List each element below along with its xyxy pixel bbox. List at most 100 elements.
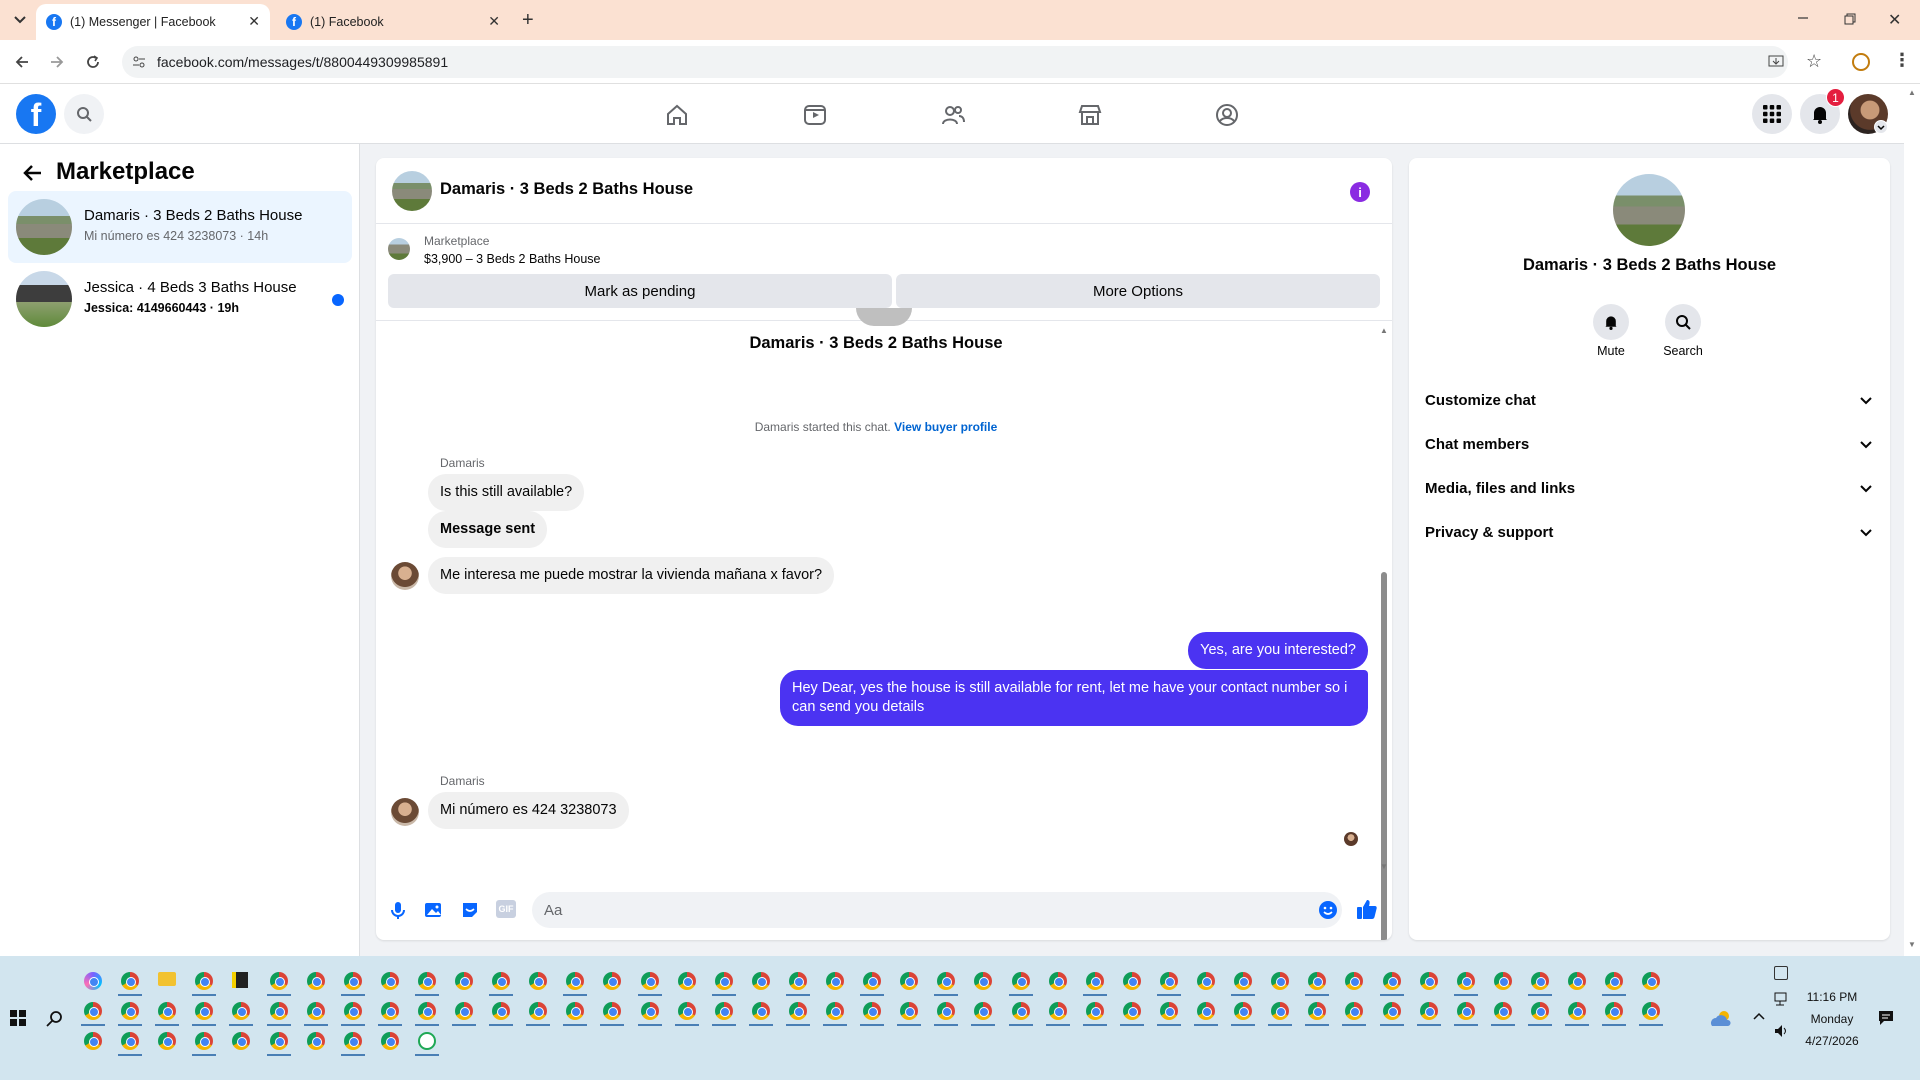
chrome-icon[interactable] [678,972,696,990]
whatsapp-icon[interactable] [418,1032,436,1050]
chrome-icon[interactable] [455,1002,473,1020]
chrome-icon[interactable] [195,972,213,990]
chrome-icon[interactable] [1234,972,1252,990]
chrome-icon[interactable] [1568,1002,1586,1020]
close-window-button[interactable]: ✕ [1888,10,1901,30]
search-button[interactable] [64,94,104,134]
chrome-icon[interactable] [1271,972,1289,990]
chrome-icon[interactable] [418,972,436,990]
chrome-icon[interactable] [1160,1002,1178,1020]
chrome-icon[interactable] [270,1032,288,1050]
chrome-icon[interactable] [826,972,844,990]
chrome-icon[interactable] [492,1002,510,1020]
message-bubble-outgoing[interactable]: Hey Dear, yes the house is still availab… [780,670,1368,726]
section-privacy-support[interactable]: Privacy & support [1425,512,1874,552]
task-view-icon[interactable] [1774,966,1788,980]
chrome-icon[interactable] [1012,972,1030,990]
chrome-icon[interactable] [455,972,473,990]
message-input[interactable]: Aa [532,892,1342,928]
page-scrollbar[interactable]: ▲ ▼ [1904,84,1920,956]
chrome-icon[interactable] [270,972,288,990]
chrome-icon[interactable] [566,972,584,990]
chrome-icon[interactable] [715,1002,733,1020]
page-scroll-down[interactable]: ▼ [1908,940,1916,949]
chrome-icon[interactable] [937,1002,955,1020]
address-bar[interactable]: facebook.com/messages/t/8800449309985891… [122,46,1822,78]
details-avatar[interactable] [1613,174,1685,246]
facebook-logo-icon[interactable]: f [16,94,56,134]
chrome-icon[interactable] [1086,1002,1104,1020]
bookmark-star-icon[interactable]: ☆ [1806,51,1822,72]
chrome-icon[interactable] [381,972,399,990]
nav-gaming[interactable] [1214,102,1240,128]
chrome-icon[interactable] [863,1002,881,1020]
chrome-icon[interactable] [1605,972,1623,990]
sticky-notes-icon[interactable] [232,972,248,988]
chrome-icon[interactable] [195,1002,213,1020]
sender-avatar[interactable] [391,562,419,590]
sender-avatar[interactable] [391,798,419,826]
chrome-icon[interactable] [121,972,139,990]
chrome-icon[interactable] [1012,1002,1030,1020]
chrome-icon[interactable] [1271,1002,1289,1020]
chrome-icon[interactable] [752,1002,770,1020]
chrome-icon[interactable] [158,1002,176,1020]
profile-icon[interactable] [1852,53,1870,71]
chrome-icon[interactable] [1642,972,1660,990]
chrome-icon[interactable] [307,1032,325,1050]
chrome-icon[interactable] [1197,972,1215,990]
section-customize-chat[interactable]: Customize chat [1425,380,1874,420]
chrome-icon[interactable] [974,972,992,990]
view-buyer-profile-link[interactable]: View buyer profile [894,420,997,434]
chrome-icon[interactable] [900,972,918,990]
notification-center-icon[interactable] [1878,1010,1894,1026]
chrome-icon[interactable] [1457,972,1475,990]
chrome-icon[interactable] [1086,972,1104,990]
chrome-icon[interactable] [826,1002,844,1020]
chrome-icon[interactable] [1123,1002,1141,1020]
scrollbar[interactable]: ▲ ▼ [1378,326,1390,940]
nav-friends[interactable] [940,102,966,128]
chat-avatar[interactable] [392,171,432,211]
chrome-icon[interactable] [1531,1002,1549,1020]
reload-button[interactable] [84,53,102,71]
chrome-icon[interactable] [1531,972,1549,990]
forward-button[interactable] [48,53,66,71]
attach-media-button[interactable] [424,900,444,920]
chrome-icon[interactable] [381,1002,399,1020]
chrome-icon[interactable] [678,1002,696,1020]
tray-chevron-up-icon[interactable] [1752,1010,1766,1024]
chrome-icon[interactable] [1197,1002,1215,1020]
chrome-icon[interactable] [1308,972,1326,990]
chat-title[interactable]: Damaris · 3 Beds 2 Baths House [440,180,693,199]
chrome-icon[interactable] [752,972,770,990]
section-media-files-links[interactable]: Media, files and links [1425,468,1874,508]
nav-marketplace[interactable] [1077,102,1103,128]
chrome-icon[interactable] [195,1032,213,1050]
nav-video[interactable] [802,102,828,128]
chrome-icon[interactable] [900,1002,918,1020]
mark-pending-button[interactable]: Mark as pending [388,274,892,308]
nav-home[interactable] [664,102,690,128]
send-like-button[interactable] [1356,898,1378,920]
chrome-icon[interactable] [1420,972,1438,990]
chrome-icon[interactable] [641,972,659,990]
restore-button[interactable] [1843,12,1857,26]
chrome-icon[interactable] [232,1032,250,1050]
chrome-icon[interactable] [1049,972,1067,990]
menu-button[interactable] [1752,94,1792,134]
tab-messenger[interactable]: f (1) Messenger | Facebook ✕ [36,4,270,40]
chrome-icon[interactable] [344,1032,362,1050]
account-chevron-icon[interactable] [1874,120,1888,134]
clock-time[interactable]: 11:16 PM [1796,990,1868,1004]
more-options-button[interactable]: More Options [896,274,1380,308]
chrome-icon[interactable] [121,1002,139,1020]
chrome-icon[interactable] [1494,972,1512,990]
chrome-icon[interactable] [1494,1002,1512,1020]
chrome-icon[interactable] [270,1002,288,1020]
message-bubble[interactable]: Is this still available? [428,474,585,511]
chrome-icon[interactable] [418,1002,436,1020]
chrome-icon[interactable] [529,1002,547,1020]
page-scroll-up[interactable]: ▲ [1908,88,1916,97]
start-button[interactable] [10,1010,26,1026]
